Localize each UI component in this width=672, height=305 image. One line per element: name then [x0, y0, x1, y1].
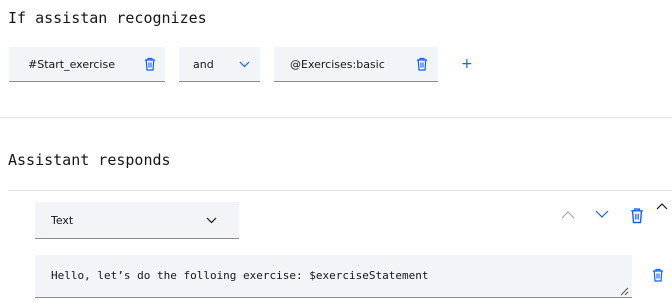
trash-icon[interactable]: [144, 57, 156, 71]
response-type-label: Text: [51, 214, 74, 227]
intent-chip-label: #Start_exercise: [28, 58, 115, 71]
entity-chip[interactable]: @Exercises:basic: [274, 47, 438, 82]
response-text-input[interactable]: Hello, let’s do the folloing exercise: $…: [35, 255, 632, 298]
operator-label: and: [193, 58, 214, 71]
resize-handle-icon[interactable]: [620, 287, 629, 296]
move-up-icon[interactable]: [561, 210, 575, 219]
intent-chip[interactable]: #Start_exercise: [9, 47, 165, 82]
section-divider: [0, 117, 672, 118]
entity-chip-label: @Exercises:basic: [290, 58, 385, 71]
chevron-down-icon: [239, 61, 250, 68]
chevron-down-icon: [206, 217, 217, 224]
response-type-select[interactable]: Text: [35, 202, 239, 239]
operator-select[interactable]: and: [179, 47, 260, 82]
trash-icon[interactable]: [652, 268, 664, 282]
add-condition-button[interactable]: +: [461, 56, 473, 72]
collapse-icon[interactable]: [656, 202, 668, 210]
trash-icon[interactable]: [630, 207, 644, 224]
trash-icon[interactable]: [416, 57, 428, 71]
response-heading: Assistant responds: [8, 151, 171, 169]
move-down-icon[interactable]: [595, 210, 609, 219]
response-text-value: Hello, let’s do the folloing exercise: $…: [51, 269, 429, 282]
response-divider: [8, 190, 672, 191]
condition-heading: If assistan recognizes: [8, 9, 207, 27]
